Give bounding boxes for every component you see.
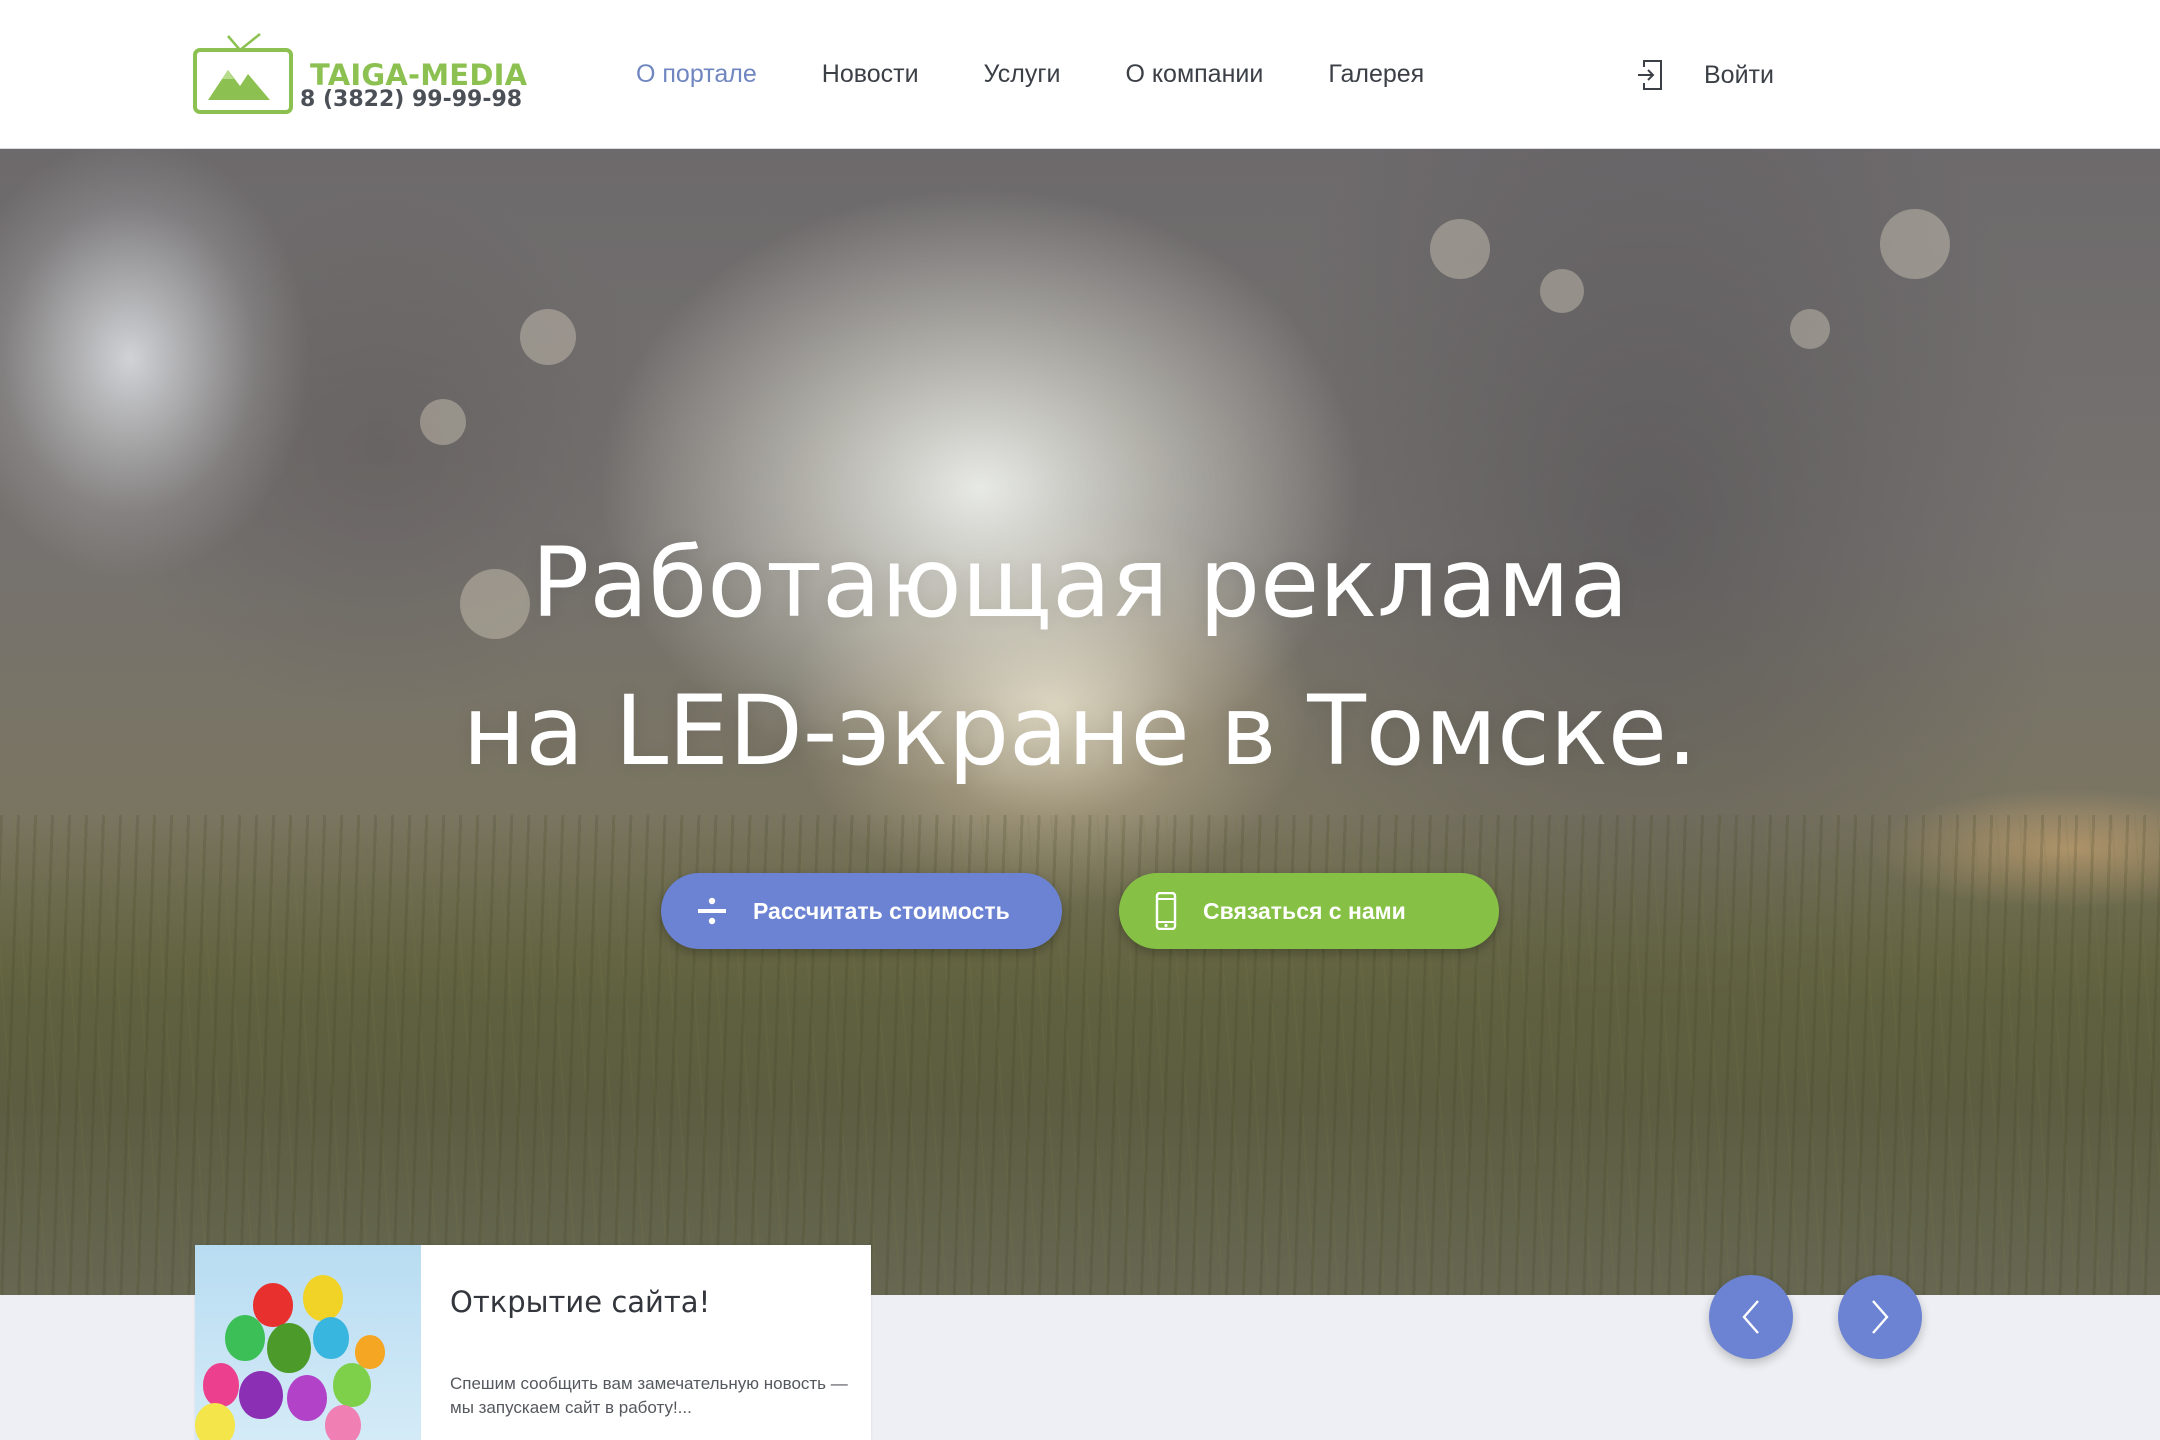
balloon — [313, 1317, 349, 1359]
hero-title-line-1: Работающая реклама — [531, 527, 1629, 639]
nav-item-news[interactable]: Новости — [822, 60, 919, 89]
bokeh-light — [420, 399, 466, 445]
hero-title: Работающая реклама на LED-экране в Томск… — [0, 509, 2160, 805]
bokeh-light — [1430, 219, 1490, 279]
phone-number[interactable]: 8 (3822) 99-99-98 — [300, 87, 522, 112]
slider-prev-button[interactable] — [1709, 1275, 1793, 1359]
contact-us-label: Связаться с нами — [1203, 897, 1406, 924]
contact-us-button[interactable]: Связаться с нами — [1119, 873, 1499, 949]
chevron-left-icon — [1742, 1300, 1759, 1334]
divide-icon — [697, 896, 727, 926]
bokeh-light — [1790, 309, 1830, 349]
login-button[interactable]: Войти — [1636, 56, 1774, 94]
login-label: Войти — [1704, 60, 1774, 89]
nav-item-about-company[interactable]: О компании — [1125, 60, 1263, 89]
bokeh-light — [520, 309, 576, 365]
news-title[interactable]: Открытие сайта! — [450, 1285, 710, 1319]
news-card[interactable]: Открытие сайта! Спешим сообщить вам заме… — [195, 1245, 871, 1440]
balloon — [325, 1405, 361, 1440]
nav-item-services[interactable]: Услуги — [984, 60, 1061, 89]
calculate-cost-button[interactable]: Рассчитать стоимость — [661, 873, 1062, 949]
grass-overlay — [0, 815, 2160, 1295]
slider-next-button[interactable] — [1838, 1275, 1922, 1359]
news-excerpt: Спешим сообщить вам замечательную новост… — [450, 1374, 848, 1417]
hero-banner: Работающая реклама на LED-экране в Томск… — [0, 149, 2160, 1295]
site-header: TAIGA-MEDIA 8 (3822) 99-99-98 О портале … — [0, 0, 2160, 149]
hero-title-line-2: на LED-экране в Томске. — [462, 675, 1698, 787]
nav-item-gallery[interactable]: Галерея — [1328, 60, 1424, 89]
balloon — [287, 1375, 327, 1421]
login-icon — [1638, 60, 1662, 90]
news-image-balloons — [195, 1245, 421, 1440]
tv-logo-icon — [193, 33, 293, 114]
main-nav: О портале Новости Услуги О компании Гале… — [636, 0, 1489, 148]
balloon — [267, 1323, 311, 1373]
bokeh-light — [1540, 269, 1584, 313]
nav-item-about-portal[interactable]: О портале — [636, 60, 757, 89]
balloon — [253, 1283, 293, 1327]
bokeh-light — [1880, 209, 1950, 279]
smartphone-icon — [1155, 892, 1177, 930]
logo[interactable]: TAIGA-MEDIA 8 (3822) 99-99-98 — [192, 30, 527, 120]
balloon — [239, 1371, 283, 1419]
calculate-cost-label: Рассчитать стоимость — [753, 897, 1010, 924]
balloon — [303, 1275, 343, 1321]
balloon — [195, 1403, 235, 1440]
balloon — [225, 1315, 265, 1361]
balloon — [355, 1335, 385, 1369]
balloon — [333, 1363, 371, 1407]
chevron-right-icon — [1872, 1300, 1889, 1334]
balloon — [203, 1363, 239, 1407]
